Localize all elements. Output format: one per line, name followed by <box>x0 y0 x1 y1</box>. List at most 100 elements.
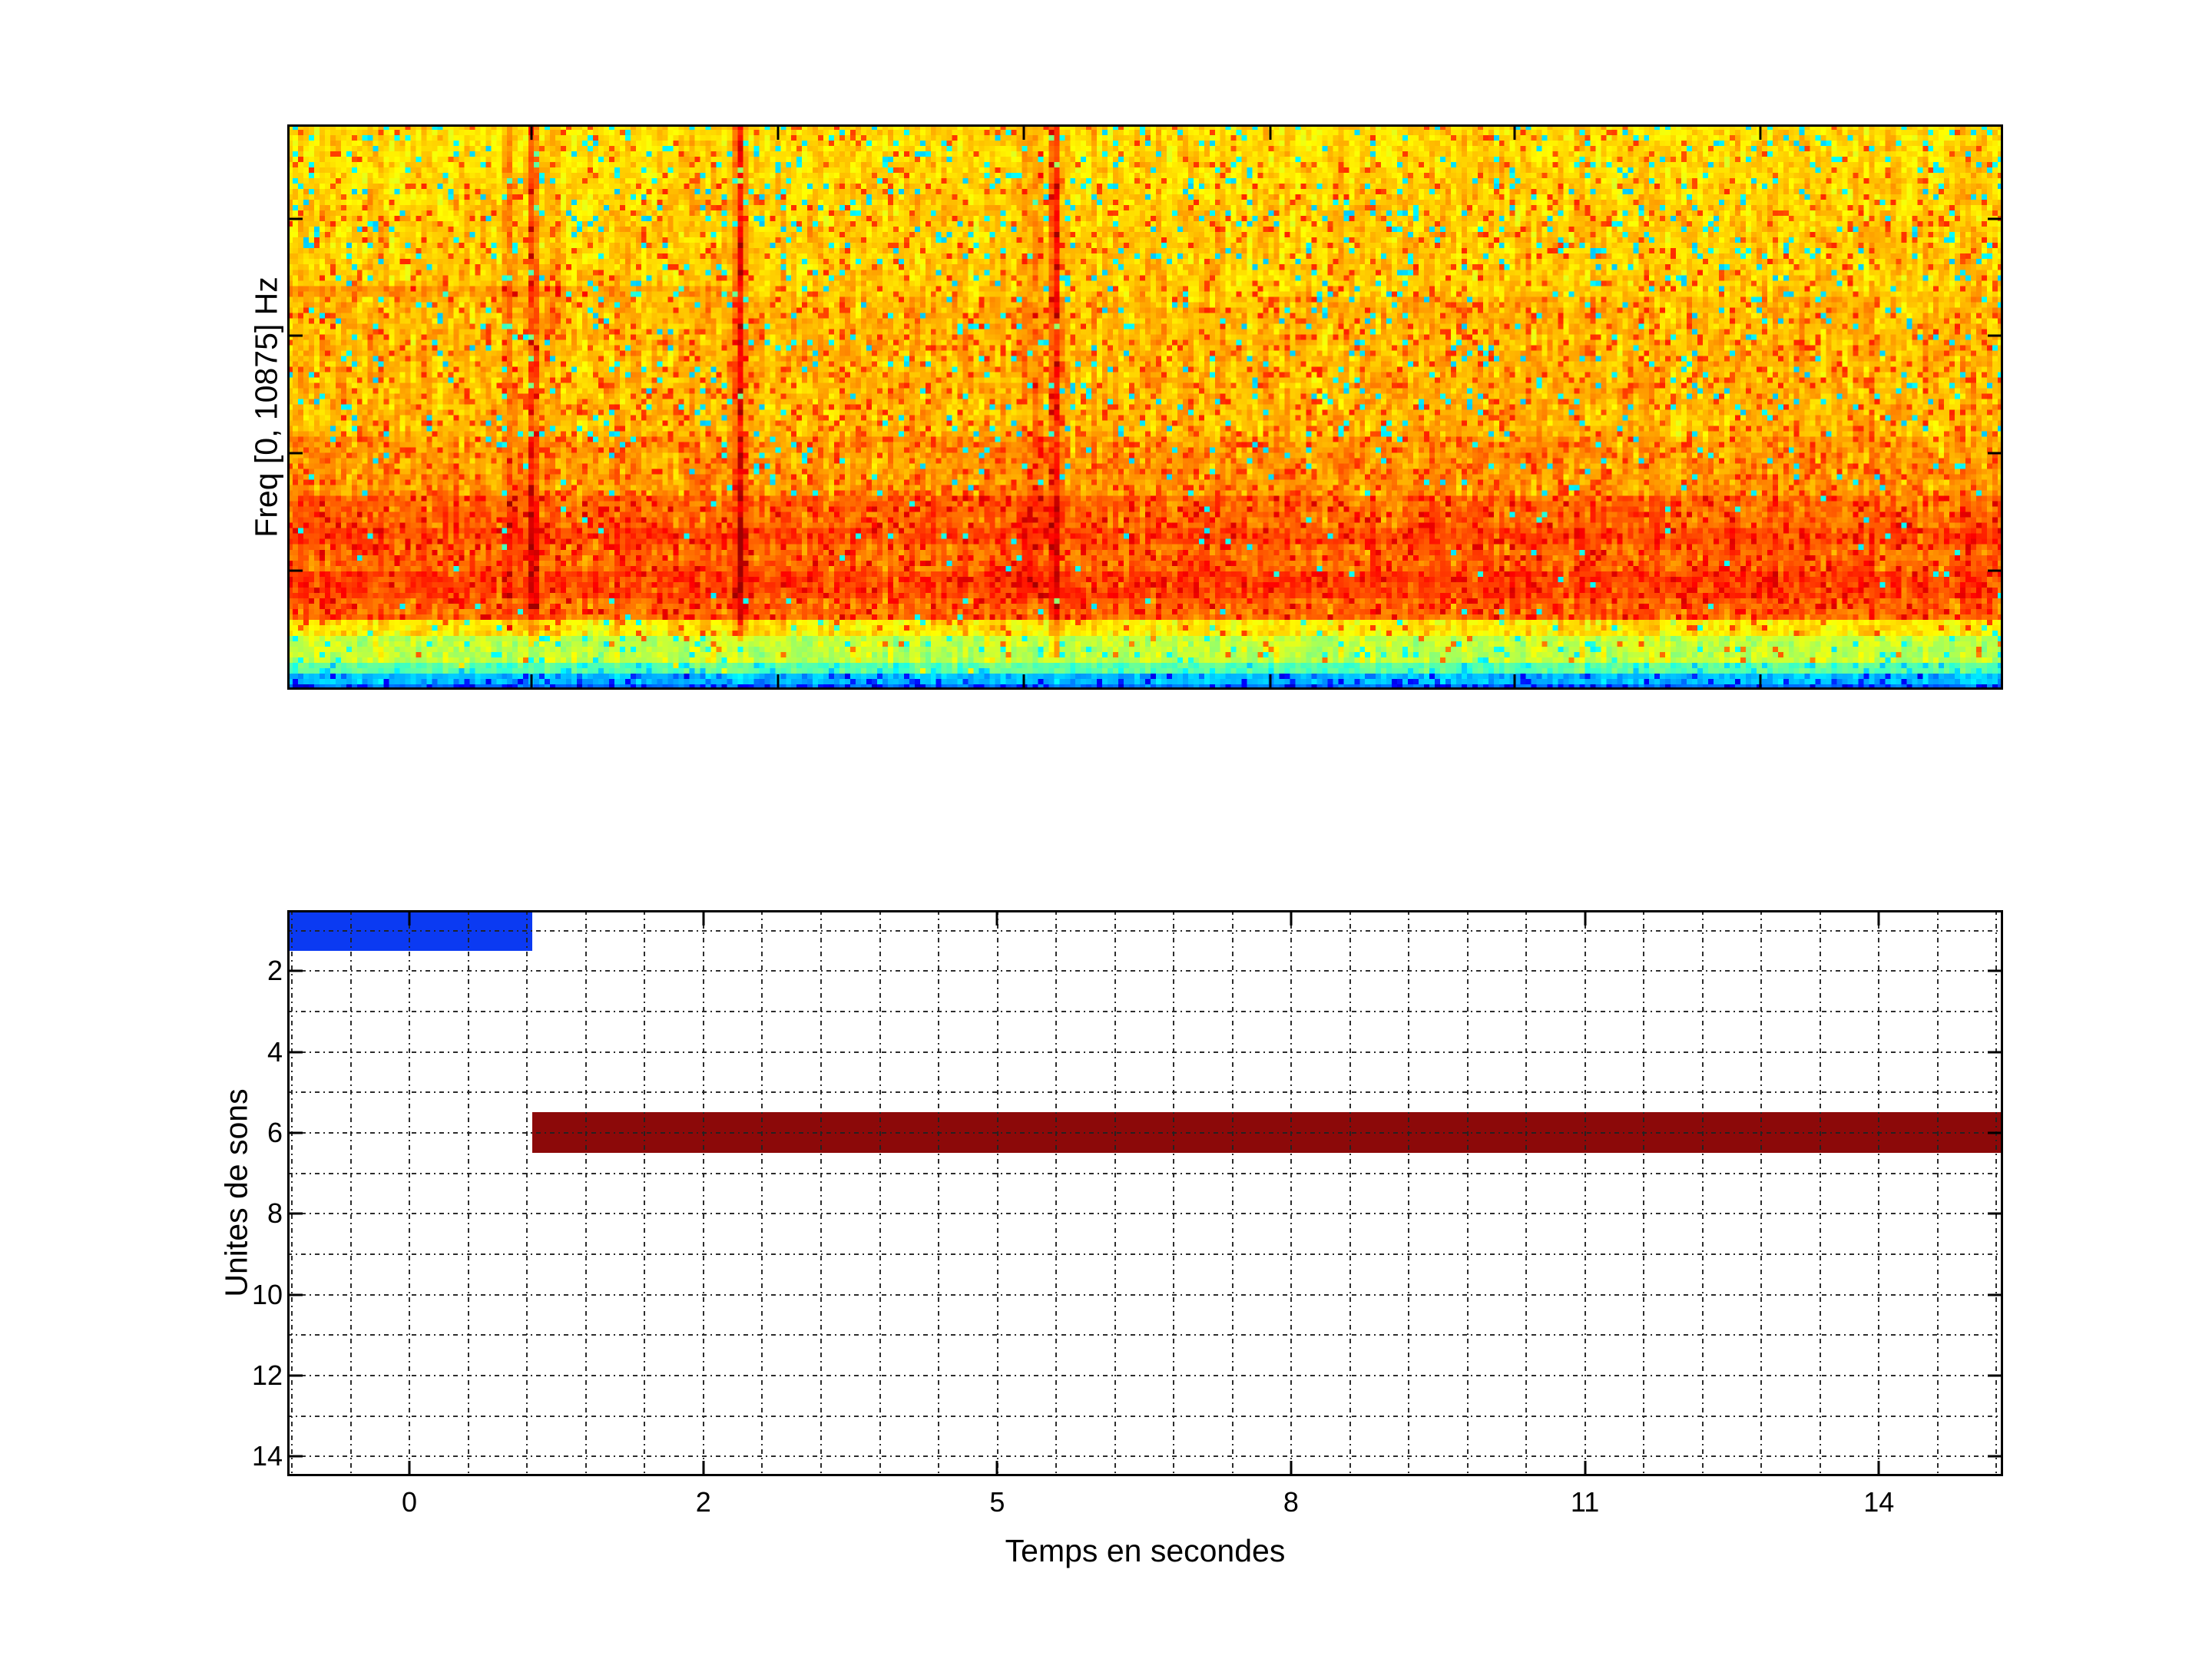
x-tick-label: 5 <box>989 1486 1005 1518</box>
x-tick-mark <box>995 910 998 926</box>
spectrogram-image <box>287 124 2003 690</box>
x-tick-mark <box>1877 910 1880 926</box>
x-tick-label: 14 <box>1863 1486 1895 1518</box>
y-tick-mark <box>287 1293 303 1296</box>
vertical-gridline <box>1466 910 1469 1476</box>
y-tick-mark <box>1988 1212 2003 1215</box>
vertical-gridline <box>1290 910 1293 1476</box>
y-tick-label: 12 <box>251 1359 283 1391</box>
x-tick-mark <box>702 910 705 926</box>
y-tick-mark <box>287 1131 303 1134</box>
x-tick-label: 2 <box>695 1486 711 1518</box>
vertical-gridline <box>1114 910 1116 1476</box>
horizontal-gridline <box>287 1213 2003 1215</box>
vertical-gridline <box>1525 910 1528 1476</box>
vertical-gridline <box>879 910 881 1476</box>
activity-ylabel: Unites de sons <box>218 1088 254 1297</box>
x-tick-mark <box>1513 124 1516 140</box>
vertical-gridline <box>467 910 469 1476</box>
x-tick-mark <box>1269 674 1272 690</box>
x-tick-label: 0 <box>402 1486 418 1518</box>
x-tick-label: 8 <box>1283 1486 1299 1518</box>
x-tick-mark <box>777 674 780 690</box>
matlab-figure-canvas: { "figure": { "background": "#ffffff", "… <box>0 0 2212 1659</box>
vertical-gridline <box>1819 910 1821 1476</box>
horizontal-gridline <box>287 970 2003 972</box>
spectrogram-axes <box>287 124 2003 690</box>
y-tick-mark <box>287 452 303 455</box>
y-tick-label: 2 <box>267 955 283 987</box>
y-tick-mark <box>1988 1051 2003 1054</box>
horizontal-gridline <box>287 1415 2003 1417</box>
vertical-gridline <box>584 910 587 1476</box>
vertical-gridline <box>1584 910 1586 1476</box>
y-tick-mark <box>1988 1131 2003 1134</box>
vertical-gridline <box>761 910 763 1476</box>
y-tick-mark <box>287 1455 303 1458</box>
vertical-gridline <box>1173 910 1175 1476</box>
horizontal-gridline <box>287 1172 2003 1174</box>
x-tick-mark <box>1584 1461 1587 1476</box>
y-tick-mark <box>1988 569 2003 572</box>
x-tick-mark <box>1022 674 1025 690</box>
horizontal-gridline <box>287 1011 2003 1013</box>
vertical-gridline <box>1643 910 1645 1476</box>
horizontal-gridline <box>287 1091 2003 1094</box>
vertical-gridline <box>1760 910 1763 1476</box>
y-tick-mark <box>287 1374 303 1377</box>
vertical-gridline <box>1995 910 1998 1476</box>
x-tick-mark <box>995 1461 998 1476</box>
activity-gridlines <box>287 910 2003 1476</box>
y-tick-mark <box>287 569 303 572</box>
horizontal-gridline <box>287 1374 2003 1376</box>
y-tick-mark <box>1988 452 2003 455</box>
x-tick-mark <box>408 1461 411 1476</box>
horizontal-gridline <box>287 1455 2003 1458</box>
vertical-gridline <box>1936 910 1939 1476</box>
horizontal-gridline <box>287 1253 2003 1255</box>
horizontal-gridline <box>287 929 2003 932</box>
horizontal-gridline <box>287 1293 2003 1296</box>
y-tick-mark <box>287 1212 303 1215</box>
y-tick-mark <box>287 969 303 972</box>
y-tick-mark <box>1988 1293 2003 1296</box>
x-tick-mark <box>1290 910 1293 926</box>
x-tick-mark <box>1022 124 1025 140</box>
y-tick-mark <box>1988 217 2003 220</box>
x-tick-label: 11 <box>1570 1486 1600 1518</box>
y-tick-mark <box>287 217 303 220</box>
x-tick-mark <box>1759 124 1762 140</box>
vertical-gridline <box>291 910 293 1476</box>
x-tick-mark <box>1269 124 1272 140</box>
vertical-gridline <box>644 910 646 1476</box>
vertical-gridline <box>349 910 352 1476</box>
y-tick-mark <box>1988 334 2003 337</box>
vertical-gridline <box>526 910 528 1476</box>
y-tick-mark <box>1988 969 2003 972</box>
vertical-gridline <box>1878 910 1880 1476</box>
vertical-gridline <box>820 910 822 1476</box>
x-tick-mark <box>702 1461 705 1476</box>
y-tick-mark <box>287 1051 303 1054</box>
y-tick-mark <box>287 334 303 337</box>
y-tick-mark <box>1988 1374 2003 1377</box>
horizontal-gridline <box>287 1334 2003 1336</box>
x-tick-mark <box>777 124 780 140</box>
x-tick-mark <box>1513 674 1516 690</box>
vertical-gridline <box>996 910 998 1476</box>
x-tick-mark <box>1759 674 1762 690</box>
spectrogram-ylabel: Freq [0, 10875] Hz <box>248 276 284 538</box>
vertical-gridline <box>702 910 704 1476</box>
horizontal-gridline <box>287 1051 2003 1053</box>
vertical-gridline <box>938 910 940 1476</box>
x-tick-mark <box>530 674 533 690</box>
vertical-gridline <box>1701 910 1704 1476</box>
x-tick-mark <box>408 910 411 926</box>
y-tick-label: 4 <box>267 1035 283 1068</box>
vertical-gridline <box>409 910 411 1476</box>
x-axis-label: Temps en secondes <box>1005 1533 1286 1568</box>
vertical-gridline <box>1231 910 1233 1476</box>
x-tick-mark <box>530 124 533 140</box>
x-tick-mark <box>1290 1461 1293 1476</box>
vertical-gridline <box>1408 910 1410 1476</box>
